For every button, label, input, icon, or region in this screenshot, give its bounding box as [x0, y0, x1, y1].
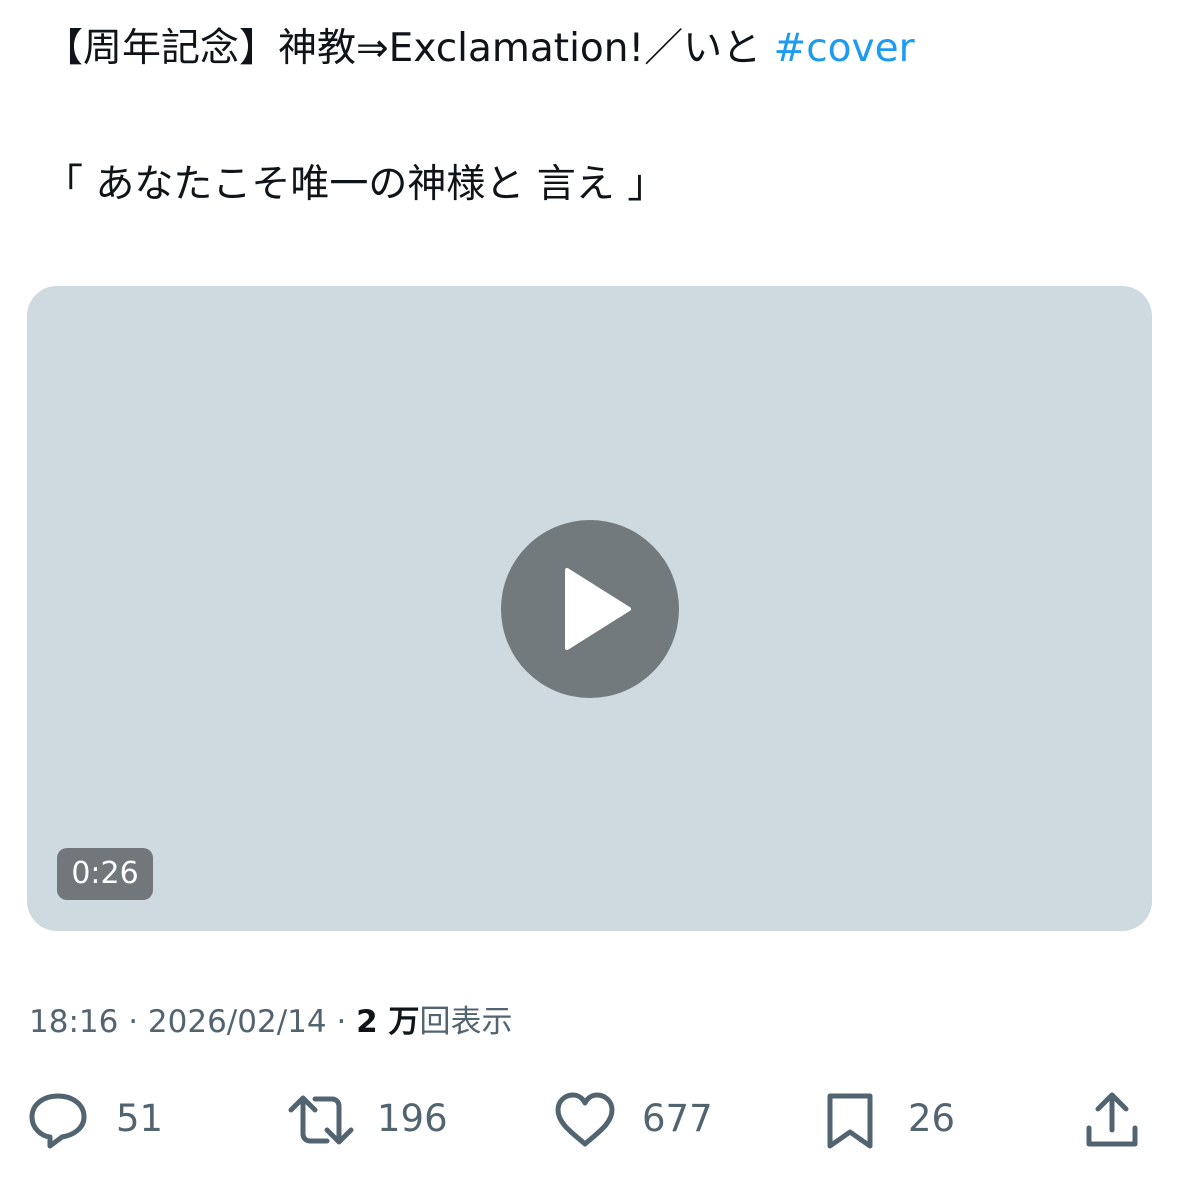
view-label: 回表示: [419, 1004, 513, 1040]
bookmark-icon: [827, 1093, 873, 1149]
play-icon: [565, 568, 631, 650]
hashtag-link[interactable]: #cover: [774, 26, 915, 71]
tweet-time[interactable]: 18:16: [29, 1004, 118, 1040]
video-player[interactable]: 0:26: [27, 286, 1152, 931]
action-bar: 51 196 677 26: [0, 1085, 1178, 1155]
retweet-icon: [288, 1095, 354, 1145]
meta-separator: ·: [118, 1004, 148, 1040]
meta-separator: ·: [326, 1004, 357, 1040]
reply-button[interactable]: 51: [28, 1085, 168, 1155]
tweet-metadata: 18:16 · 2026/02/14 · 2 万回表示: [29, 1000, 513, 1044]
retweet-count: 196: [377, 1097, 448, 1140]
heart-icon: [555, 1092, 615, 1147]
reply-icon: [29, 1093, 87, 1149]
bookmark-count: 26: [908, 1097, 956, 1140]
share-button[interactable]: [1084, 1085, 1144, 1155]
tweet-text-line-2: 「 あなたこそ唯一の神様と 言え 」: [44, 162, 667, 207]
like-count: 677: [642, 1097, 713, 1140]
reply-count: 51: [116, 1097, 164, 1140]
share-icon: [1086, 1092, 1138, 1147]
play-button[interactable]: [501, 520, 679, 698]
bookmark-button[interactable]: 26: [822, 1085, 962, 1155]
tweet-date[interactable]: 2026/02/14: [148, 1004, 327, 1040]
tweet: 【周年記念】神教⇒Exclamation!／いと #cover 「 あなたこそ唯…: [0, 0, 1178, 1178]
tweet-text-prefix: 【周年記念】神教⇒Exclamation!／いと: [44, 26, 774, 71]
tweet-text-line-1: 【周年記念】神教⇒Exclamation!／いと #cover: [44, 24, 915, 74]
retweet-button[interactable]: 196: [287, 1085, 457, 1155]
video-duration-badge: 0:26: [57, 848, 153, 900]
like-button[interactable]: 677: [554, 1085, 724, 1155]
view-count: 2 万: [356, 1004, 420, 1040]
